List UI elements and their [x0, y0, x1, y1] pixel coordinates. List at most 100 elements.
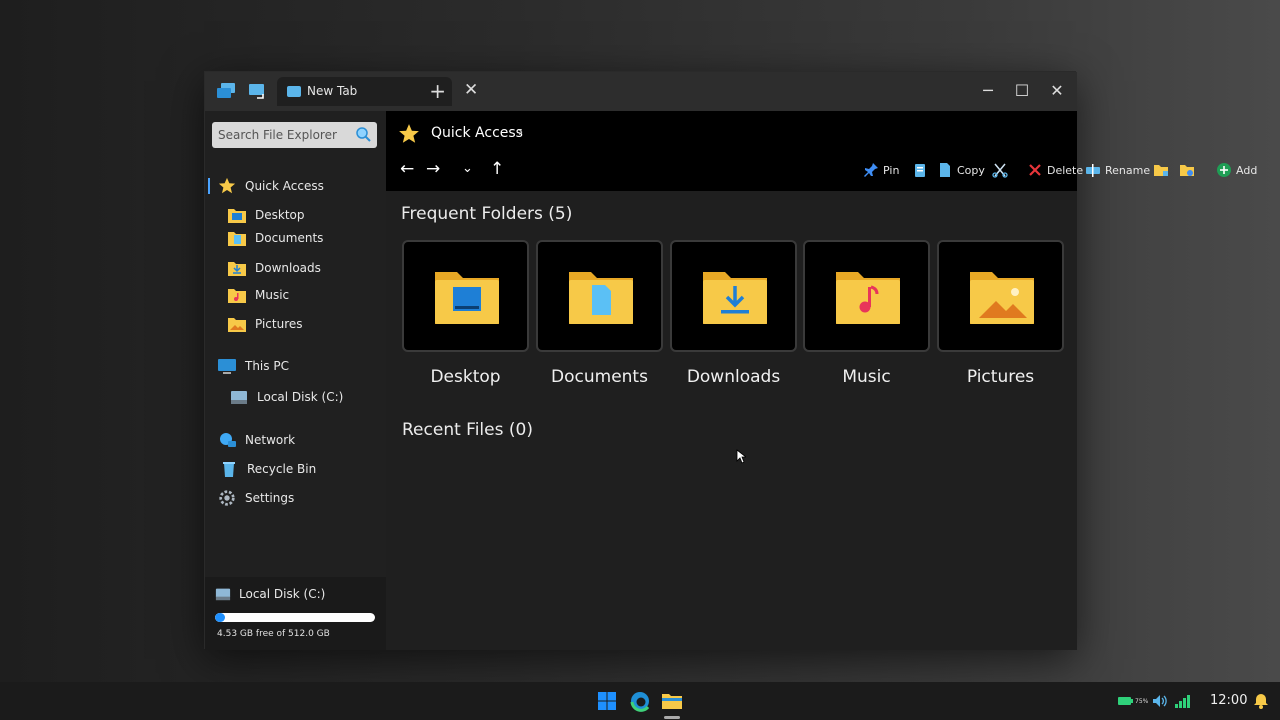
- pin-label: Pin: [883, 163, 900, 177]
- folder-card-downloads[interactable]: [670, 240, 797, 352]
- plus-circle-icon: [1217, 163, 1231, 177]
- mouse-cursor-icon: [736, 449, 746, 464]
- rename-icon: [1086, 164, 1100, 177]
- sidebar-item-label: Desktop: [255, 208, 305, 222]
- system-tray: 75%: [1118, 682, 1191, 720]
- sidebar-item-local-disk[interactable]: Local Disk (C:): [229, 385, 343, 409]
- sidebar-item-music[interactable]: Music: [227, 283, 289, 307]
- hard-drive-icon: [231, 391, 247, 404]
- pin-icon: [864, 163, 878, 177]
- add-tab-button[interactable]: +: [429, 79, 446, 103]
- active-app-indicator: [664, 716, 680, 719]
- star-icon: [218, 177, 236, 194]
- star-icon: [399, 124, 419, 143]
- paste-button[interactable]: [912, 162, 932, 178]
- sidebar-item-settings[interactable]: Settings: [217, 486, 294, 510]
- back-button[interactable]: ←: [400, 159, 414, 179]
- move-to-window-icon[interactable]: [247, 82, 267, 100]
- sidebar-item-desktop[interactable]: Desktop: [227, 203, 305, 227]
- battery-percent: 75%: [1135, 697, 1149, 705]
- clock[interactable]: 12:00: [1210, 693, 1247, 708]
- pictures-folder-icon: [228, 318, 246, 332]
- folder-tab-icon: [287, 86, 301, 97]
- sidebar-item-label: This PC: [245, 359, 289, 373]
- sidebar-item-this-pc[interactable]: This PC: [217, 354, 289, 378]
- disk-label: Local Disk (C:): [239, 587, 326, 601]
- forward-button[interactable]: →: [426, 159, 440, 179]
- pin-button[interactable]: Pin: [863, 162, 899, 178]
- music-folder-icon: [228, 289, 246, 303]
- folder-card-desktop[interactable]: [402, 240, 529, 352]
- pictures-folder-icon: [970, 272, 1034, 324]
- folder-name: Desktop: [430, 367, 501, 387]
- tab-new-tab[interactable]: New Tab +: [277, 77, 452, 106]
- recent-files-heading: Recent Files (0): [402, 420, 533, 440]
- folder-move-icon: [1180, 165, 1194, 176]
- notification-bell-icon[interactable]: [1253, 693, 1269, 709]
- sidebar-item-quick-access[interactable]: Quick Access: [217, 174, 324, 198]
- documents-folder-icon: [569, 272, 633, 324]
- battery-icon[interactable]: [1118, 696, 1134, 706]
- volume-icon[interactable]: [1152, 694, 1168, 708]
- copy-icon: [940, 163, 950, 177]
- network-icon: [220, 433, 236, 447]
- sidebar-item-label: Music: [255, 288, 290, 302]
- cut-button[interactable]: [992, 162, 1012, 178]
- monitor-icon: [218, 359, 236, 374]
- delete-button[interactable]: Delete: [1027, 162, 1083, 178]
- cellular-signal-icon[interactable]: [1174, 694, 1191, 708]
- folder-card-music[interactable]: [803, 240, 930, 352]
- documents-folder-icon: [228, 232, 246, 246]
- main-content: Frequent Folders (5) Desktop Documents D…: [386, 191, 1077, 650]
- search-box[interactable]: Search File Explorer: [212, 122, 377, 148]
- sidebar-item-downloads[interactable]: Downloads: [227, 256, 321, 280]
- tab-label: New Tab: [307, 84, 358, 98]
- chevron-right-icon[interactable]: ›: [518, 125, 523, 140]
- windows-start-icon[interactable]: [596, 690, 618, 712]
- music-folder-icon: [836, 272, 900, 324]
- add-label: Add: [1236, 163, 1258, 177]
- maximize-button[interactable]: ☐: [1005, 78, 1039, 104]
- copy-button[interactable]: Copy: [937, 162, 985, 178]
- close-tab-button[interactable]: ✕: [464, 80, 478, 100]
- file-explorer-icon[interactable]: [661, 690, 683, 712]
- taskbar: 75% 12:00: [0, 682, 1280, 720]
- sidebar-item-label: Recycle Bin: [247, 462, 317, 476]
- edge-browser-icon[interactable]: [629, 690, 651, 712]
- sidebar-item-network[interactable]: Network: [217, 428, 295, 452]
- sidebar-item-label: Downloads: [255, 261, 321, 275]
- folder-name: Downloads: [686, 367, 781, 387]
- gear-icon: [219, 490, 235, 506]
- close-window-button[interactable]: ✕: [1040, 78, 1074, 104]
- up-button[interactable]: ↑: [490, 159, 504, 179]
- selection-indicator: [208, 178, 210, 194]
- sidebar-item-pictures[interactable]: Pictures: [227, 312, 303, 336]
- folder-options-button[interactable]: [1179, 162, 1199, 178]
- disk-usage-fill: [215, 613, 225, 622]
- folder-card-pictures[interactable]: [937, 240, 1064, 352]
- disk-free-text: 4.53 GB free of 512.0 GB: [217, 629, 330, 639]
- folder-name: Music: [842, 367, 891, 387]
- rename-label: Rename: [1105, 163, 1151, 177]
- sidebar-item-label: Quick Access: [245, 179, 324, 193]
- folder-card-documents[interactable]: [536, 240, 663, 352]
- rename-button[interactable]: Rename: [1085, 162, 1150, 178]
- delete-x-icon: [1029, 164, 1041, 176]
- hard-drive-icon: [215, 588, 231, 601]
- title-bar: New Tab + ✕ ─ ☐ ✕: [205, 72, 1077, 111]
- file-explorer-window: New Tab + ✕ ─ ☐ ✕ Search File Explorer Q…: [204, 71, 1257, 650]
- desktop-folder-icon: [228, 209, 246, 223]
- search-icon[interactable]: [355, 126, 371, 142]
- breadcrumb[interactable]: Quick Access: [431, 125, 523, 141]
- new-folder-icon: [1154, 165, 1168, 176]
- sidebar-item-recycle-bin[interactable]: Recycle Bin: [219, 457, 316, 481]
- new-folder-button[interactable]: [1153, 162, 1173, 178]
- sidebar-item-documents[interactable]: Documents: [227, 226, 323, 250]
- recent-locations-button[interactable]: ⌄: [462, 161, 473, 176]
- windows-stack-icon[interactable]: [216, 82, 236, 100]
- search-placeholder: Search File Explorer: [218, 128, 337, 142]
- disk-usage-panel: Local Disk (C:) 4.53 GB free of 512.0 GB: [205, 577, 386, 650]
- recycle-bin-icon: [223, 462, 235, 477]
- minimize-button[interactable]: ─: [971, 78, 1005, 104]
- add-button[interactable]: Add: [1216, 162, 1257, 178]
